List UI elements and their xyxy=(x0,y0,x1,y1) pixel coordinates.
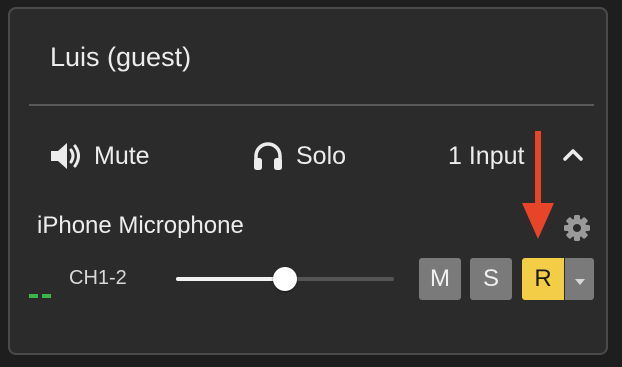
record-button[interactable]: R xyxy=(522,258,564,300)
headphones-icon xyxy=(252,141,284,171)
divider xyxy=(29,104,594,106)
annotation-arrow-icon xyxy=(520,131,556,246)
channel-label: CH1-2 xyxy=(69,267,127,289)
channel-solo-button[interactable]: S xyxy=(470,258,512,300)
speaker-icon xyxy=(48,141,82,171)
inputs-label: 1 Input xyxy=(448,142,525,170)
caret-down-icon xyxy=(574,265,586,293)
solo-control[interactable]: Solo xyxy=(252,141,346,171)
solo-label: Solo xyxy=(296,142,347,170)
slider-fill xyxy=(176,277,285,281)
mute-label: Mute xyxy=(94,142,150,170)
volume-slider[interactable] xyxy=(176,267,394,291)
inputs-toggle[interactable]: 1 Input xyxy=(448,141,524,171)
mute-control[interactable]: Mute xyxy=(48,141,150,171)
slider-thumb[interactable] xyxy=(273,267,297,291)
chevron-up-icon[interactable] xyxy=(562,146,584,167)
participant-name: Luis (guest) xyxy=(50,42,192,72)
meter-segment xyxy=(42,294,51,298)
level-meter xyxy=(29,294,51,298)
record-options-dropdown[interactable] xyxy=(565,258,594,300)
participant-panel: Luis (guest) Mute Solo 1 Input iPhone Mi… xyxy=(8,7,608,355)
gear-icon[interactable] xyxy=(563,214,591,247)
input-device-name: iPhone Microphone xyxy=(37,212,244,239)
channel-mute-button[interactable]: M xyxy=(419,258,461,300)
meter-segment xyxy=(29,294,38,298)
